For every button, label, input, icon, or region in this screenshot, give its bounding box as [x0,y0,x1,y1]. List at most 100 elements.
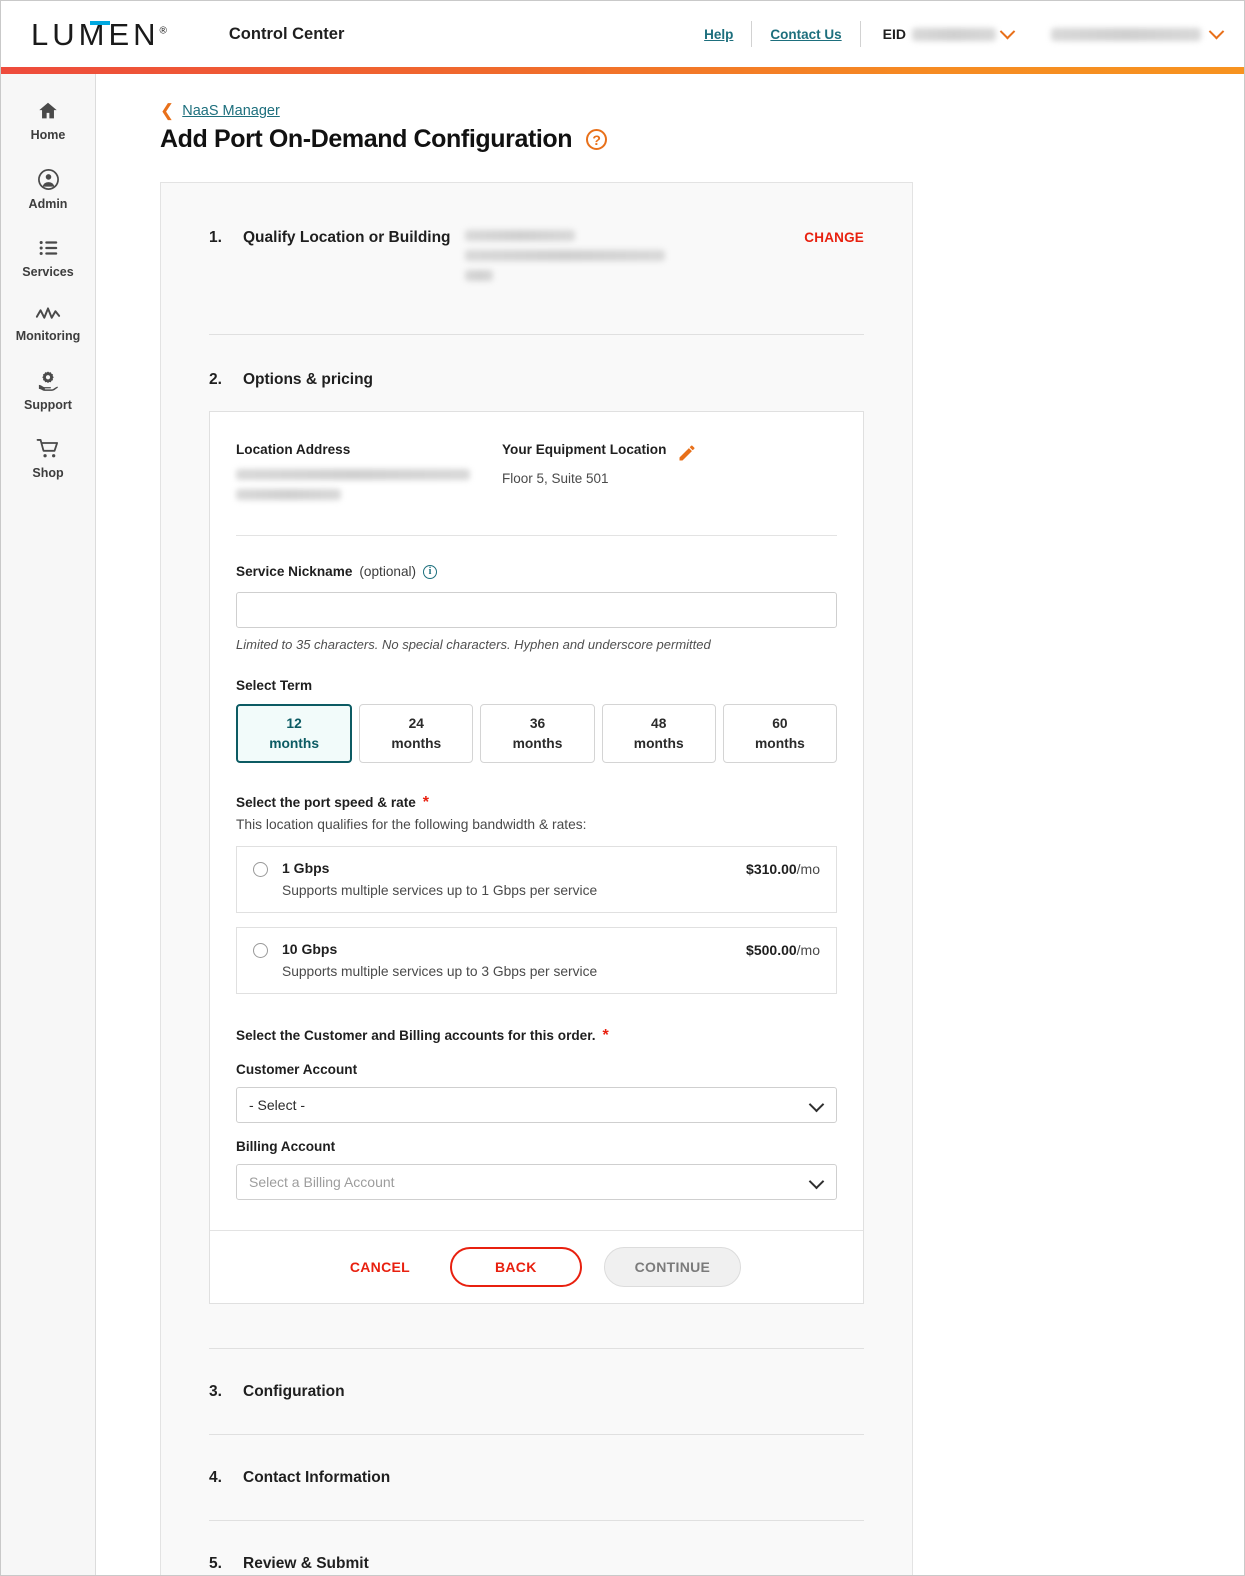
help-link[interactable]: Help [686,27,751,42]
sidebar-item-support[interactable]: Support [1,357,95,426]
term-option-24[interactable]: 24 months [359,704,474,764]
user-circle-icon [37,168,60,191]
step-review-submit[interactable]: 5. Review & Submit [209,1521,864,1575]
main-content: ❮ NaaS Manager Add Port On-Demand Config… [96,74,1244,1575]
step-number: 3. [209,1382,222,1400]
term-unit: months [391,735,442,751]
step-number: 1. [209,229,222,246]
panel-action-bar: CANCEL BACK CONTINUE [210,1229,863,1303]
radio-icon[interactable] [253,862,268,878]
location-address-label: Location Address [236,442,351,457]
step-configuration[interactable]: 3. Configuration [209,1349,864,1434]
term-option-36[interactable]: 36 months [480,704,595,764]
step-number: 5. [209,1554,222,1572]
step-number: 2. [209,371,222,388]
step-title: Options & pricing [243,371,374,388]
sidebar-item-label: Home [30,128,66,142]
lumen-logo[interactable]: LUMEN® [31,19,167,50]
activity-icon [35,305,61,323]
breadcrumb-back-link[interactable]: NaaS Manager [182,103,280,119]
radio-icon[interactable] [253,943,268,959]
term-number: 36 [529,715,546,731]
rate-price-amount: $310.00 [746,861,797,878]
qualified-address-redacted [464,229,665,290]
wizard-card: 1. Qualify Location or Building CHANGE 2… [160,182,913,1575]
panel-divider [236,534,837,536]
list-icon [37,237,60,259]
customer-account-select[interactable]: - Select - [236,1086,837,1123]
account-selector[interactable] [1023,23,1225,41]
rate-price: $310.00/mo [746,861,820,877]
eid-value-redacted [912,27,996,41]
equipment-location-value: Floor 5, Suite 501 [502,470,609,486]
sidebar-item-label: Shop [32,466,64,480]
step-title: Review & Submit [243,1554,369,1572]
rate-price-amount: $500.00 [746,942,797,959]
step-title: Qualify Location or Building [243,229,451,246]
brand-gradient-bar [1,67,1244,74]
chevron-down-icon[interactable] [1208,23,1225,39]
term-unit: months [755,735,805,751]
back-button[interactable]: BACK [449,1246,582,1287]
rate-description: Supports multiple services up to 1 Gbps … [282,883,598,899]
step-qualify-location[interactable]: 1. Qualify Location or Building CHANGE [209,183,864,290]
sidebar-item-label: Support [24,398,72,412]
sidebar-item-admin[interactable]: Admin [1,156,95,225]
equipment-location-label: Your Equipment Location [502,442,667,457]
eid-label: EID [882,26,906,42]
info-icon[interactable]: i [423,564,438,579]
term-option-12[interactable]: 12 months [236,704,353,764]
customer-account-value: - Select - [249,1096,306,1113]
cancel-button[interactable]: CANCEL [332,1259,428,1275]
select-term-group: 12 months 24 months 36 months 48 months … [236,704,838,764]
billing-account-placeholder: Select a Billing Account [249,1173,395,1190]
port-speed-block: Select the port speed & rate * This loca… [236,793,837,832]
rate-price-unit: /mo [796,861,820,878]
sidebar-item-label: Services [22,265,74,279]
term-number: 12 [286,715,302,731]
redacted-line [236,488,341,500]
port-speed-subtext: This location qualifies for the followin… [236,817,587,833]
term-unit: months [633,735,684,751]
sidebar-item-label: Monitoring [15,329,81,343]
help-question-icon[interactable]: ? [586,129,608,150]
equipment-location-block: Your Equipment Location Floor 5, Suite 5… [502,440,677,489]
logo-registered-mark: ® [159,25,167,37]
billing-account-select[interactable]: Select a Billing Account [236,1163,837,1200]
select-term-label: Select Term [236,678,313,694]
rate-option-1gbps[interactable]: 1 Gbps Supports multiple services up to … [236,846,837,914]
step-options-pricing-header: 2. Options & pricing [209,335,864,411]
shopping-cart-icon [36,438,61,460]
chevron-down-icon[interactable] [999,23,1016,39]
step-number: 4. [209,1468,222,1486]
change-location-link[interactable]: CHANGE [804,229,864,245]
pencil-icon[interactable] [677,443,697,468]
logo-accent-bar [90,20,110,25]
eid-selector[interactable]: EID [861,23,1023,42]
account-name-redacted [1051,27,1201,41]
term-unit: months [269,735,320,751]
app-title: Control Center [228,24,345,43]
sidebar-item-monitoring[interactable]: Monitoring [1,293,95,357]
support-hand-gear-icon [36,369,60,392]
sidebar-item-home[interactable]: Home [1,88,95,156]
sidebar-item-services[interactable]: Services [1,225,95,293]
continue-button[interactable]: CONTINUE [603,1246,742,1287]
term-number: 24 [408,715,424,731]
rate-description: Supports multiple services up to 3 Gbps … [282,964,598,980]
top-header: LUMEN® Control Center Help Contact Us EI… [1,1,1244,67]
term-option-60[interactable]: 60 months [722,704,838,764]
sidebar-item-shop[interactable]: Shop [1,426,95,494]
term-option-48[interactable]: 48 months [601,704,716,764]
rate-name: 1 Gbps [282,860,330,877]
service-nickname-input[interactable] [236,592,837,629]
rate-option-10gbps[interactable]: 10 Gbps Supports multiple services up to… [236,927,837,995]
app-window: LUMEN® Control Center Help Contact Us EI… [0,0,1245,1576]
home-icon [37,100,59,122]
chevron-down-icon [808,1096,825,1113]
contact-us-link[interactable]: Contact Us [752,27,859,42]
chevron-left-icon[interactable]: ❮ [160,102,174,119]
redacted-line [464,270,493,281]
service-nickname-label: Service Nickname [236,563,353,579]
step-contact-information[interactable]: 4. Contact Information [209,1435,864,1520]
